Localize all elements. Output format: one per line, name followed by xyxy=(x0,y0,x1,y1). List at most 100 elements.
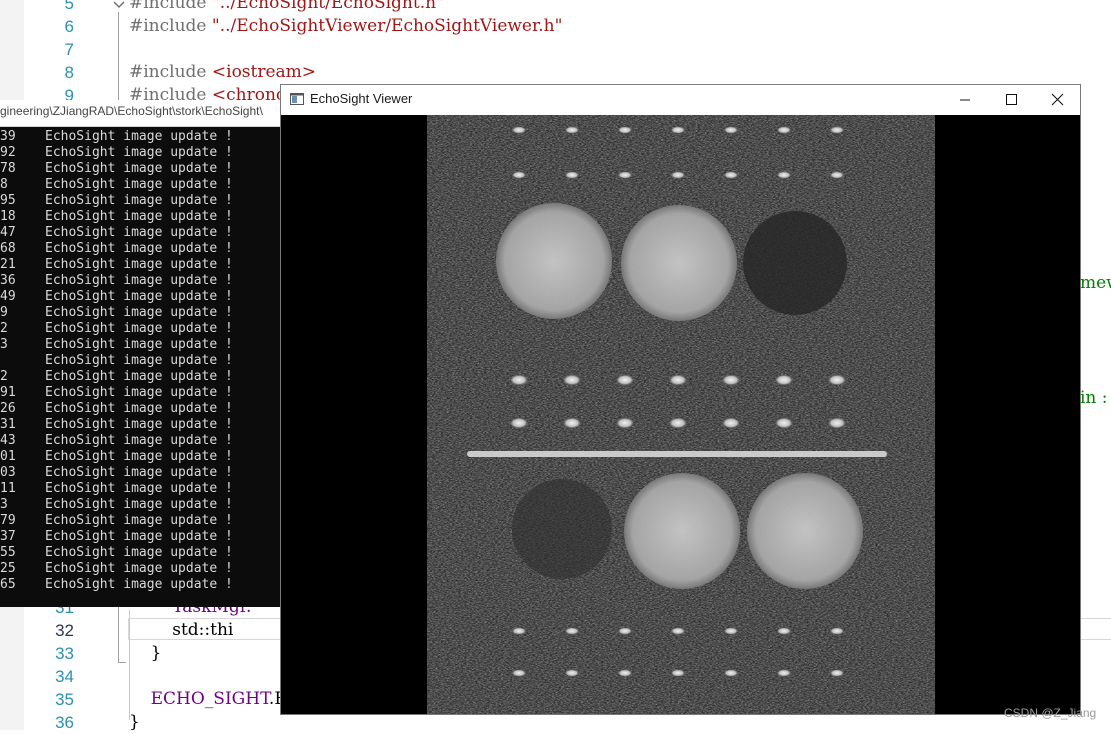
code-token: #include xyxy=(129,0,212,13)
console-message: EchoSight image update ! xyxy=(45,273,233,288)
line-number: 7 xyxy=(64,40,74,59)
code-token: #include xyxy=(129,62,212,82)
console-message: EchoSight image update ! xyxy=(45,337,233,352)
code-line[interactable]: 7 xyxy=(0,38,1111,61)
console-message: EchoSight image update ! xyxy=(45,145,233,160)
window-title: EchoSight Viewer xyxy=(310,91,413,106)
console-line: 3 EchoSight image update ! xyxy=(0,337,281,353)
console-message: EchoSight image update ! xyxy=(45,321,233,336)
app-window-icon xyxy=(290,93,304,105)
console-line: 55 EchoSight image update ! xyxy=(0,545,281,561)
console-title-bar[interactable]: gineering\ZJiangRAD\EchoSight\stork\Echo… xyxy=(0,100,281,127)
console-window[interactable]: gineering\ZJiangRAD\EchoSight\stork\Echo… xyxy=(0,100,281,607)
line-number: 35 xyxy=(55,690,74,709)
console-line-number: 2 xyxy=(0,369,8,384)
point-target xyxy=(774,417,794,429)
close-button[interactable] xyxy=(1034,85,1080,115)
console-line: 37 EchoSight image update ! xyxy=(0,529,281,545)
console-line: 78 EchoSight image update ! xyxy=(0,161,281,177)
console-line-number: 43 xyxy=(0,433,16,448)
console-message: EchoSight image update ! xyxy=(45,193,233,208)
line-number: 5 xyxy=(64,0,74,13)
console-line-number: 65 xyxy=(0,577,16,592)
point-target xyxy=(670,171,686,179)
code-line[interactable]: 5 #include "../EchoSight/EchoSight.h" xyxy=(0,0,1111,15)
code-token: "../EchoSight/EchoSight.h" xyxy=(211,0,444,13)
bright-cyst xyxy=(624,473,740,589)
console-line-number: 49 xyxy=(0,289,16,304)
ultrasound-image-canvas[interactable] xyxy=(281,115,1080,714)
point-target xyxy=(615,417,635,429)
minimize-button[interactable] xyxy=(942,85,988,115)
code-text: std::thi xyxy=(129,619,233,642)
point-target xyxy=(511,627,527,635)
console-line-number: 25 xyxy=(0,561,16,576)
point-target xyxy=(562,374,582,386)
console-message: EchoSight image update ! xyxy=(45,529,233,544)
console-message: EchoSight image update ! xyxy=(45,161,233,176)
point-target xyxy=(564,126,580,134)
close-icon xyxy=(1051,93,1064,106)
point-target xyxy=(670,126,686,134)
minimize-icon xyxy=(960,99,970,101)
console-message: EchoSight image update ! xyxy=(45,401,233,416)
code-line[interactable]: 6 #include "../EchoSightViewer/EchoSightV… xyxy=(0,15,1111,38)
horizontal-reflector xyxy=(467,451,887,457)
point-target xyxy=(776,627,792,635)
console-line: 95 EchoSight image update ! xyxy=(0,193,281,209)
point-target xyxy=(564,669,580,677)
viewer-title-bar[interactable]: EchoSight Viewer xyxy=(281,85,1080,115)
bright-cyst xyxy=(621,205,737,321)
console-message: EchoSight image update ! xyxy=(45,465,233,480)
console-path: gineering\ZJiangRAD\EchoSight\stork\Echo… xyxy=(0,104,263,118)
point-target xyxy=(829,627,845,635)
point-target xyxy=(721,417,741,429)
console-line: 68 EchoSight image update ! xyxy=(0,241,281,257)
code-text: #include <iostream> xyxy=(129,61,316,84)
console-line-number: 92 xyxy=(0,145,16,160)
maximize-button[interactable] xyxy=(988,85,1034,115)
console-line-number: 11 xyxy=(0,481,16,496)
code-fragment: in : xyxy=(1080,388,1108,408)
console-line: 31 EchoSight image update ! xyxy=(0,417,281,433)
console-line: 36 EchoSight image update ! xyxy=(0,273,281,289)
console-line: 2 EchoSight image update ! xyxy=(0,321,281,337)
console-message: EchoSight image update ! xyxy=(45,545,233,560)
console-line-number: 39 xyxy=(0,129,16,144)
bright-cyst xyxy=(747,473,863,589)
console-message: EchoSight image update ! xyxy=(45,209,233,224)
console-line-number: 55 xyxy=(0,545,16,560)
line-number: 36 xyxy=(55,713,74,732)
console-line-number: 37 xyxy=(0,529,16,544)
console-line-number: 78 xyxy=(0,161,16,176)
console-message: EchoSight image update ! xyxy=(45,417,233,432)
code-token: std::thi xyxy=(129,620,234,640)
console-line: 21 EchoSight image update ! xyxy=(0,257,281,273)
point-target xyxy=(509,374,529,386)
console-line: 2 EchoSight image update ! xyxy=(0,369,281,385)
point-target xyxy=(827,417,847,429)
point-target xyxy=(776,669,792,677)
point-target xyxy=(668,374,688,386)
code-line[interactable]: 8 #include <iostream> xyxy=(0,61,1111,84)
point-target xyxy=(564,171,580,179)
code-text: #include "../EchoSightViewer/EchoSightVi… xyxy=(129,15,562,38)
code-text: } xyxy=(129,642,162,665)
console-message: EchoSight image update ! xyxy=(45,433,233,448)
console-line: 03 EchoSight image update ! xyxy=(0,465,281,481)
point-target xyxy=(668,417,688,429)
code-text: ECHO_SIGHT.E xyxy=(129,688,287,711)
code-token: } xyxy=(129,643,162,663)
console-message: EchoSight image update ! xyxy=(45,241,233,256)
console-line: 9 EchoSight image update ! xyxy=(0,305,281,321)
ultrasound-phantom-image xyxy=(427,115,935,714)
console-message: EchoSight image update ! xyxy=(45,385,233,400)
point-target xyxy=(617,627,633,635)
console-line: 11 EchoSight image update ! xyxy=(0,481,281,497)
point-target xyxy=(776,126,792,134)
point-target xyxy=(509,417,529,429)
echosight-viewer-window[interactable]: EchoSight Viewer xyxy=(280,84,1081,715)
console-message: EchoSight image update ! xyxy=(45,257,233,272)
console-message: EchoSight image update ! xyxy=(45,289,233,304)
console-line: 25 EchoSight image update ! xyxy=(0,561,281,577)
